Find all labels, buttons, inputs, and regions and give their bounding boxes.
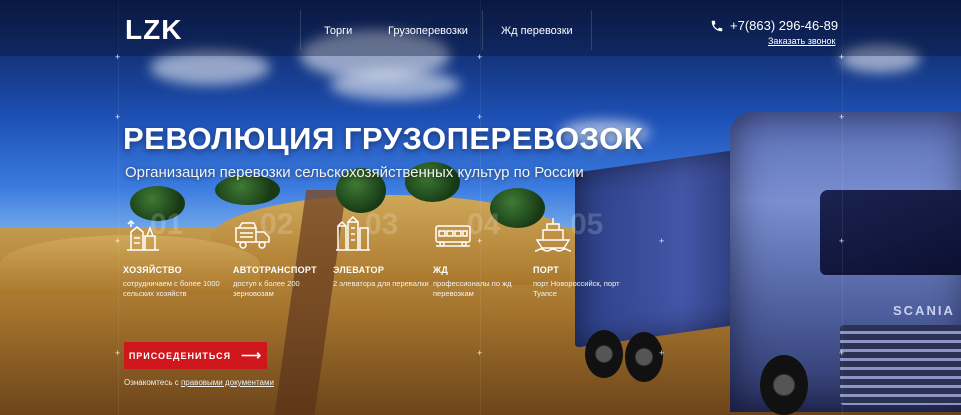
- feature-description: порт Новороссийск, порт Туапсе: [533, 279, 620, 298]
- logo[interactable]: LZK: [125, 14, 182, 46]
- plus-mark: +: [839, 52, 845, 62]
- nav-item-torgi[interactable]: Торги: [324, 25, 352, 37]
- plus-mark: +: [115, 112, 121, 122]
- nav-divider: [591, 10, 592, 50]
- nav-item-zhd[interactable]: Жд перевозки: [501, 25, 573, 37]
- plus-mark: +: [115, 236, 121, 246]
- feature-title: ПОРТ: [533, 265, 560, 275]
- truck-wheel: [625, 332, 663, 382]
- nav-divider: [300, 10, 301, 50]
- feature-description: сотрудничаем с более 1000 сельских хозяй…: [123, 279, 220, 298]
- plus-mark: +: [477, 348, 483, 358]
- nav-divider: [482, 10, 483, 50]
- feature-autotransport: АВТОТРАНСПОРТ доступ к более 200 зерново…: [233, 214, 333, 299]
- plus-mark: +: [839, 236, 845, 246]
- feature-title: ХОЗЯЙСТВО: [123, 265, 182, 275]
- feature-title: АВТОТРАНСПОРТ: [233, 265, 317, 275]
- feature-description: профессионалы по жд перевозкам: [433, 279, 512, 298]
- documents-prefix: Ознакомтесь с: [124, 378, 181, 387]
- ship-icon: [533, 214, 633, 254]
- train-icon: [433, 214, 533, 254]
- phone-icon: [710, 19, 724, 33]
- feature-railway: ЖД профессионалы по жд перевозкам: [433, 214, 533, 299]
- nav-item-gruzoperevozki[interactable]: Грузоперевозки: [388, 25, 468, 37]
- join-button-label: ПРИСОЕДЕНИТЬСЯ: [128, 350, 232, 361]
- feature-port: ПОРТ порт Новороссийск, порт Туапсе: [533, 214, 633, 299]
- truck-brand: SCANIA: [893, 303, 955, 318]
- plus-mark: +: [477, 52, 483, 62]
- plus-mark: +: [477, 112, 483, 122]
- truck-icon: [233, 214, 333, 254]
- phone-number: +7(863) 296-46-89: [730, 18, 839, 33]
- feature-description: 2 элеватора для перевалки: [333, 279, 429, 288]
- callback-link[interactable]: Заказать звонок: [768, 36, 835, 46]
- feature-farm: ХОЗЯЙСТВО сотрудничаем с более 1000 сель…: [123, 214, 223, 299]
- truck-grille: [840, 325, 961, 405]
- truck-wheel: [585, 330, 623, 378]
- hero-title: РЕВОЛЮЦИЯ ГРУЗОПЕРЕВОЗОК: [123, 121, 644, 156]
- cloud: [330, 70, 460, 100]
- feature-title: ЭЛЕВАТОР: [333, 265, 385, 275]
- plus-mark: +: [659, 348, 665, 358]
- plus-mark: +: [839, 112, 845, 122]
- feature-title: ЖД: [433, 265, 449, 275]
- plus-mark: +: [115, 348, 121, 358]
- plus-mark: +: [839, 348, 845, 358]
- documents-notice: Ознакомтесь с правовыми документами: [124, 378, 274, 387]
- hero-subtitle: Организация перевозки сельскохозяйственн…: [125, 164, 584, 181]
- plus-mark: +: [115, 52, 121, 62]
- feature-description: доступ к более 200 зерновозам: [233, 279, 300, 298]
- phone[interactable]: +7(863) 296-46-89: [710, 18, 838, 33]
- documents-link[interactable]: правовыми документами: [181, 378, 274, 387]
- truck-wheel: [760, 355, 808, 415]
- feature-elevator: ЭЛЕВАТОР 2 элеватора для перевалки: [333, 214, 433, 289]
- join-button[interactable]: ПРИСОЕДЕНИТЬСЯ ⟶: [124, 342, 267, 369]
- arrow-right-icon: ⟶: [241, 347, 263, 363]
- elevator-icon: [333, 214, 433, 254]
- farm-icon: [123, 214, 223, 254]
- plus-mark: +: [477, 236, 483, 246]
- plus-mark: +: [659, 236, 665, 246]
